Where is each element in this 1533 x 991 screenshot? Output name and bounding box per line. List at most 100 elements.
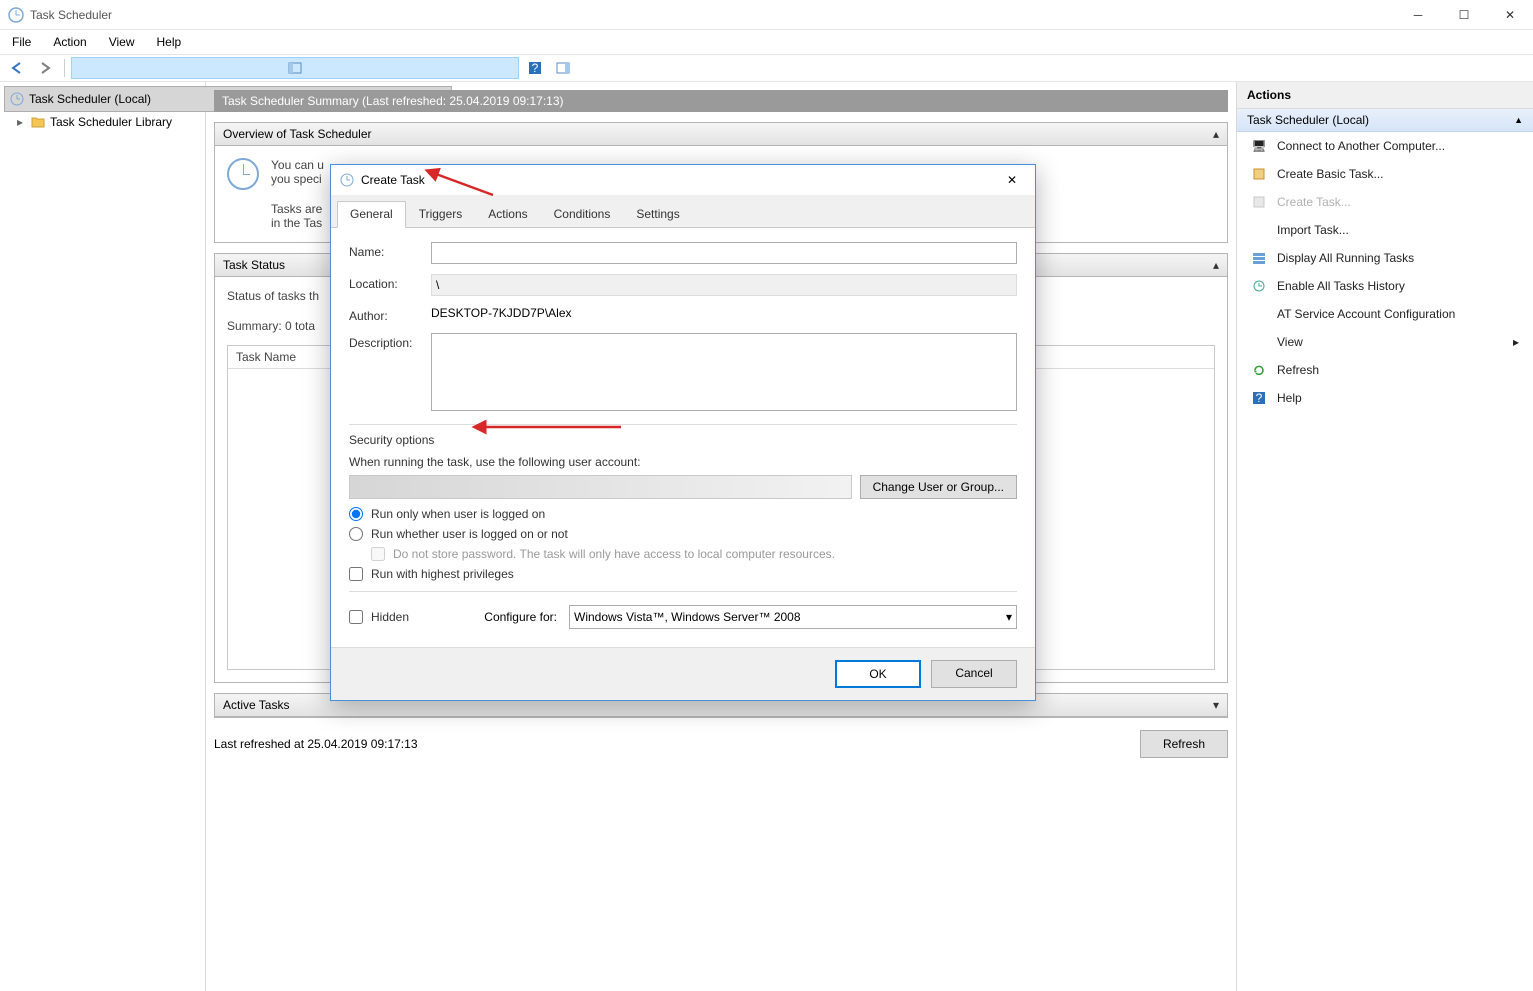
actions-subheader[interactable]: Task Scheduler (Local) ▲: [1237, 109, 1533, 132]
import-icon: [1251, 222, 1267, 238]
blank-icon: [1251, 334, 1267, 350]
menu-file[interactable]: File: [8, 33, 35, 51]
panel-button-2[interactable]: [551, 57, 575, 79]
annotation-arrow-1: [428, 170, 498, 203]
tab-general[interactable]: General: [337, 201, 406, 228]
titlebar: Task Scheduler ─ ☐ ✕: [0, 0, 1533, 30]
user-account-field: [349, 475, 852, 499]
action-create-basic[interactable]: Create Basic Task...: [1237, 160, 1533, 188]
menu-view[interactable]: View: [105, 33, 139, 51]
security-when-label: When running the task, use the following…: [349, 455, 1017, 469]
action-view[interactable]: View ▸: [1237, 328, 1533, 356]
radio-loggedon[interactable]: Run only when user is logged on: [349, 507, 1017, 521]
tree-panel: Task Scheduler (Local) ▸ Task Scheduler …: [0, 82, 206, 991]
check-highest-label: Run with highest privileges: [371, 567, 514, 581]
tab-conditions[interactable]: Conditions: [541, 201, 624, 227]
action-at-config[interactable]: AT Service Account Configuration: [1237, 300, 1533, 328]
clock-icon: [9, 91, 25, 107]
chevron-down-icon: ▾: [1006, 610, 1012, 624]
action-at-config-label: AT Service Account Configuration: [1277, 307, 1455, 321]
action-import-label: Import Task...: [1277, 223, 1349, 237]
dialog-title: Create Task: [361, 173, 425, 187]
location-field: [431, 274, 1017, 296]
minimize-button[interactable]: ─: [1395, 0, 1441, 30]
radio-loggedon-input[interactable]: [349, 507, 363, 521]
task-icon: [1251, 166, 1267, 182]
toolbar: ?: [0, 54, 1533, 82]
last-refreshed: Last refreshed at 25.04.2019 09:17:13: [214, 737, 418, 751]
name-label: Name:: [349, 242, 431, 259]
action-help[interactable]: ?Help: [1237, 384, 1533, 412]
menu-help[interactable]: Help: [153, 33, 186, 51]
action-enable-history-label: Enable All Tasks History: [1277, 279, 1405, 293]
clock-icon: [339, 172, 355, 188]
desc-input[interactable]: [431, 333, 1017, 411]
author-value: DESKTOP-7KJDD7P\Alex: [431, 306, 1017, 320]
ok-button[interactable]: OK: [835, 660, 921, 688]
expand-icon[interactable]: ▾: [1213, 698, 1219, 712]
action-enable-history[interactable]: Enable All Tasks History: [1237, 272, 1533, 300]
radio-loggedon-label: Run only when user is logged on: [371, 507, 545, 521]
desc-label: Description:: [349, 333, 431, 350]
configure-for-label: Configure for:: [484, 610, 557, 624]
tab-settings[interactable]: Settings: [623, 201, 692, 227]
collapse-icon[interactable]: ▴: [1213, 127, 1219, 141]
overview-line-2: you speci: [271, 172, 322, 186]
app-title: Task Scheduler: [30, 8, 112, 22]
panel-button-1[interactable]: [71, 57, 519, 79]
menubar: File Action View Help: [0, 30, 1533, 54]
create-task-dialog: Create Task ✕ General Triggers Actions C…: [330, 164, 1036, 701]
radio-whether[interactable]: Run whether user is logged on or not: [349, 527, 1017, 541]
check-highest[interactable]: Run with highest privileges: [349, 567, 1017, 581]
activetasks-title: Active Tasks: [223, 698, 289, 712]
tab-actions[interactable]: Actions: [475, 201, 540, 227]
action-connect[interactable]: 🖥Connect to Another Computer...: [1237, 132, 1533, 160]
author-label: Author:: [349, 306, 431, 323]
action-create-task-label: Create Task...: [1277, 195, 1351, 209]
back-button[interactable]: [6, 57, 30, 79]
list-icon: [1251, 250, 1267, 266]
task-icon: [1251, 194, 1267, 210]
actions-subheader-label: Task Scheduler (Local): [1247, 113, 1369, 127]
refresh-button[interactable]: Refresh: [1140, 730, 1228, 758]
refresh-icon: [1251, 362, 1267, 378]
tree-child[interactable]: ▸ Task Scheduler Library: [4, 112, 201, 132]
collapse-icon[interactable]: ▴: [1213, 258, 1219, 272]
chevron-right-icon[interactable]: ▸: [14, 115, 26, 129]
name-input[interactable]: [431, 242, 1017, 264]
svg-text:?: ?: [532, 61, 539, 75]
check-hidden[interactable]: Hidden: [349, 610, 409, 624]
change-user-button[interactable]: Change User or Group...: [860, 475, 1017, 499]
actions-header: Actions: [1237, 82, 1533, 109]
forward-button[interactable]: [34, 57, 58, 79]
tab-triggers[interactable]: Triggers: [406, 201, 476, 227]
radio-whether-input[interactable]: [349, 527, 363, 541]
action-create-task: Create Task...: [1237, 188, 1533, 216]
configure-for-select[interactable]: Windows Vista™, Windows Server™ 2008▾: [569, 605, 1017, 629]
action-display-running[interactable]: Display All Running Tasks: [1237, 244, 1533, 272]
action-refresh-label: Refresh: [1277, 363, 1319, 377]
location-label: Location:: [349, 274, 431, 291]
action-refresh[interactable]: Refresh: [1237, 356, 1533, 384]
center-panel: Task Scheduler Summary (Last refreshed: …: [206, 82, 1236, 991]
overview-title: Overview of Task Scheduler: [223, 127, 372, 141]
dialog-close-button[interactable]: ✕: [997, 173, 1027, 187]
security-options-label: Security options: [349, 433, 1017, 447]
action-display-running-label: Display All Running Tasks: [1277, 251, 1414, 265]
chevron-right-icon: ▸: [1513, 335, 1519, 349]
maximize-button[interactable]: ☐: [1441, 0, 1487, 30]
cancel-button[interactable]: Cancel: [931, 660, 1017, 688]
summary-header: Task Scheduler Summary (Last refreshed: …: [214, 90, 1228, 112]
clock-icon: [8, 7, 24, 23]
menu-action[interactable]: Action: [49, 33, 90, 51]
tree-child-label: Task Scheduler Library: [50, 115, 172, 129]
check-hidden-input[interactable]: [349, 610, 363, 624]
action-view-label: View: [1277, 335, 1303, 349]
check-highest-input[interactable]: [349, 567, 363, 581]
collapse-icon[interactable]: ▲: [1514, 115, 1523, 125]
overview-line-3: Tasks are: [271, 202, 322, 216]
action-import[interactable]: Import Task...: [1237, 216, 1533, 244]
check-nopassword: Do not store password. The task will onl…: [371, 547, 1017, 561]
help-toolbar-button[interactable]: ?: [523, 57, 547, 79]
close-button[interactable]: ✕: [1487, 0, 1533, 30]
